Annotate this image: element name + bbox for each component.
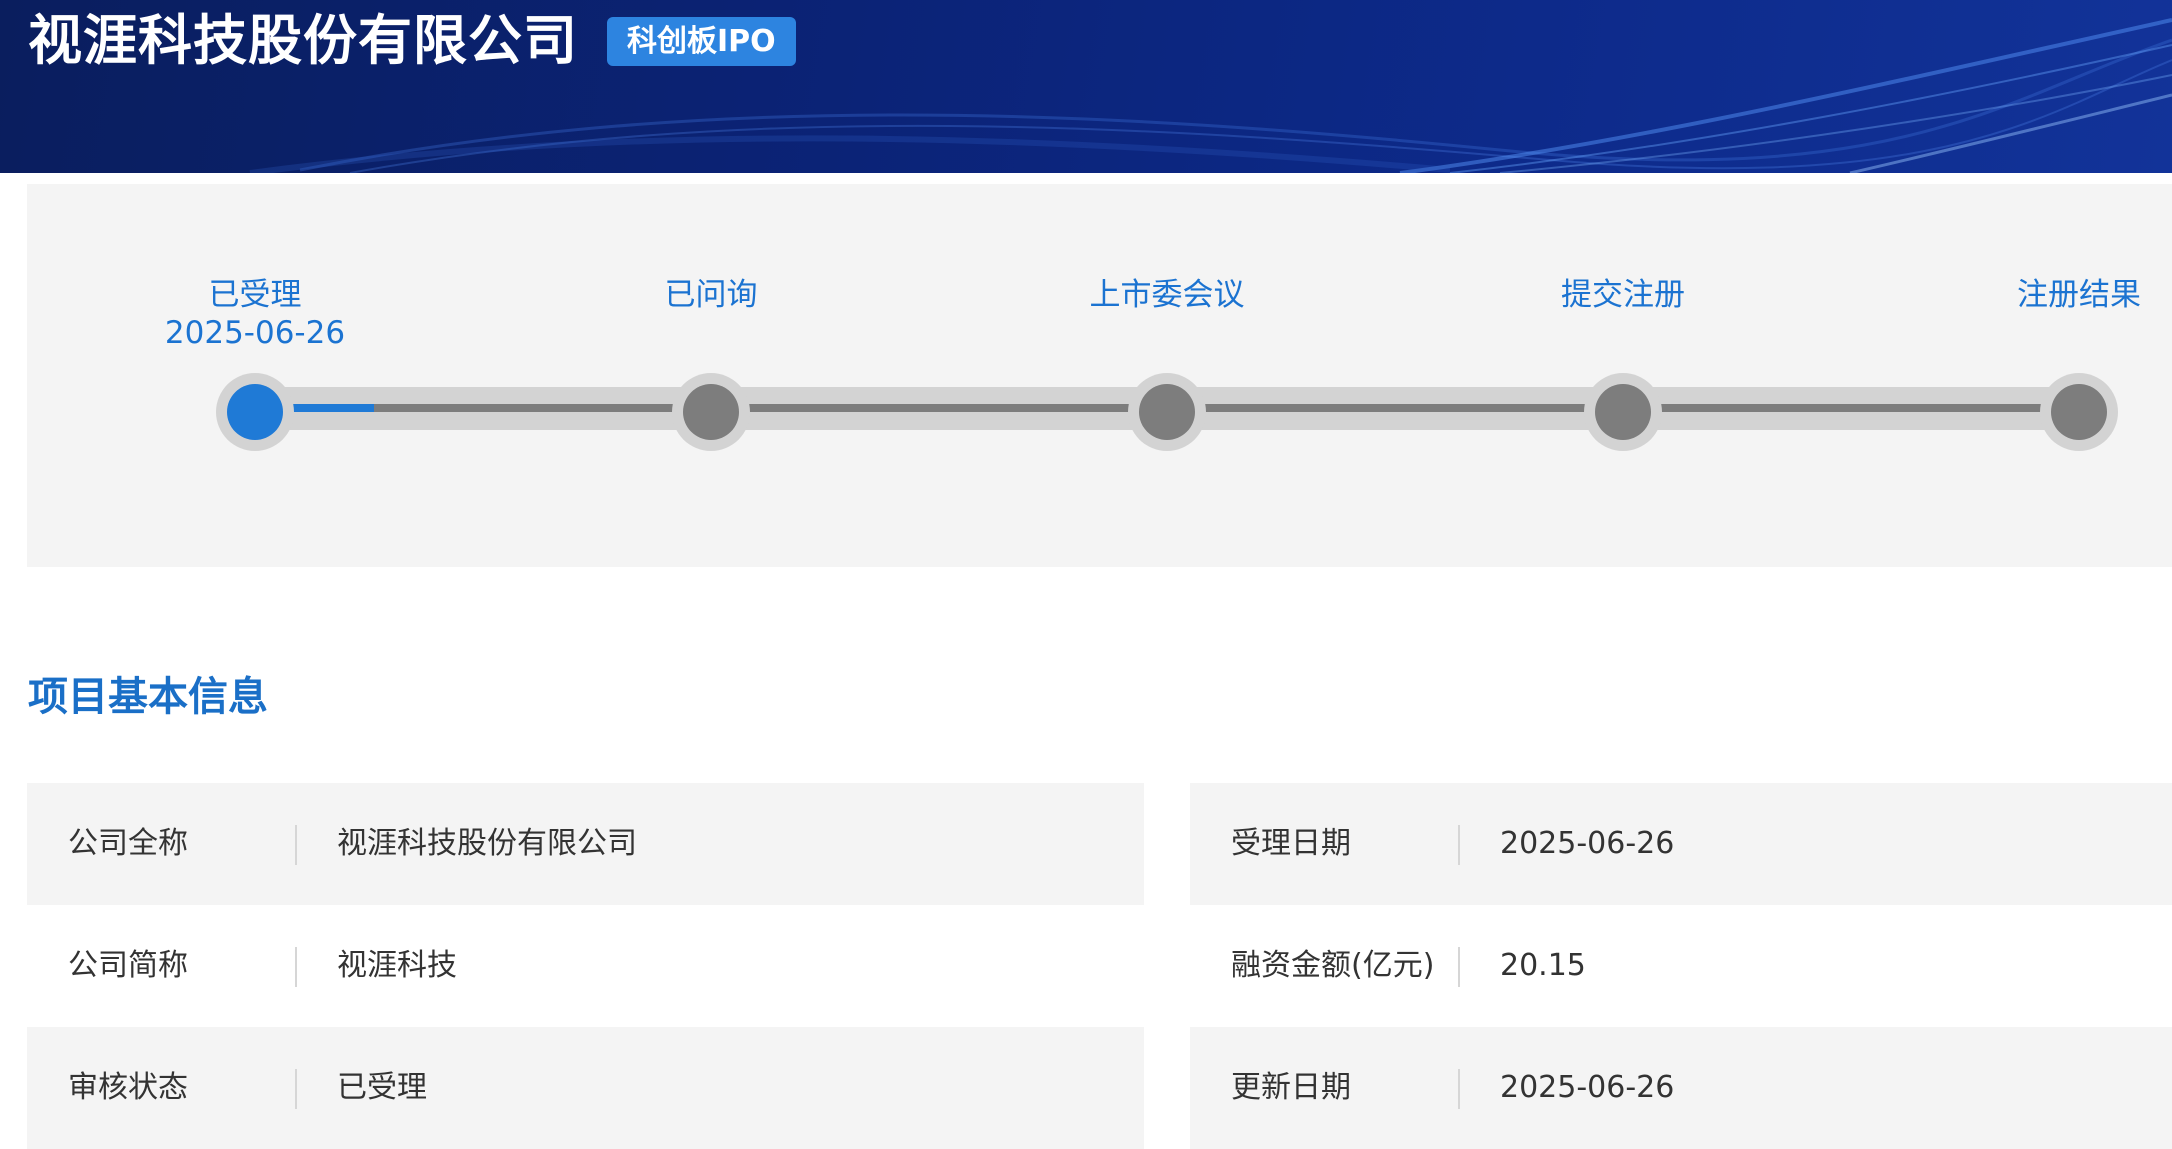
info-value-short-name: 视涯科技 <box>337 948 457 983</box>
info-label-accept-date: 受理日期 <box>1231 826 1351 861</box>
step-label-inquired: 已问询 <box>664 277 758 313</box>
info-value-accept-date: 2025-06-26 <box>1500 826 1675 861</box>
step-node-accepted <box>227 384 283 440</box>
info-label-review-status: 审核状态 <box>68 1070 188 1105</box>
company-title: 视涯科技股份有限公司 <box>28 9 578 72</box>
info-divider <box>295 1069 297 1109</box>
info-divider <box>295 825 297 865</box>
step-node-listing-committee <box>1139 384 1195 440</box>
info-value-full-name: 视涯科技股份有限公司 <box>337 826 637 861</box>
info-label-full-name: 公司全称 <box>68 826 188 861</box>
info-value-financing-amount: 20.15 <box>1500 948 1586 983</box>
info-row: 审核状态 已受理 <box>27 1027 1144 1149</box>
info-row: 融资金额(亿元) 20.15 <box>1190 905 2172 1027</box>
info-divider <box>1458 947 1460 987</box>
step-date-accepted: 2025-06-26 <box>164 315 346 351</box>
section-title-basic-info: 项目基本信息 <box>28 674 268 720</box>
step-label-registration-result: 注册结果 <box>2017 277 2141 313</box>
info-label-short-name: 公司简称 <box>68 948 188 983</box>
info-row: 公司全称 视涯科技股份有限公司 <box>27 783 1144 905</box>
step-label-listing-committee: 上市委会议 <box>1089 277 1245 313</box>
header-banner: 视涯科技股份有限公司 科创板IPO <box>0 0 2172 173</box>
info-divider <box>295 947 297 987</box>
step-node-registration-result <box>2051 384 2107 440</box>
info-row: 受理日期 2025-06-26 <box>1190 783 2172 905</box>
review-progress-panel: 已受理 2025-06-26 已问询 上市委会议 提交注册 注册结果 <box>27 184 2172 567</box>
step-node-inquired <box>683 384 739 440</box>
step-node-submit-registration <box>1595 384 1651 440</box>
step-label-accepted: 已受理 <box>208 277 302 313</box>
info-row: 公司简称 视涯科技 <box>27 905 1144 1027</box>
info-row: 更新日期 2025-06-26 <box>1190 1027 2172 1149</box>
step-label-submit-registration: 提交注册 <box>1561 277 1685 313</box>
info-divider <box>1458 825 1460 865</box>
info-value-review-status: 已受理 <box>337 1070 427 1105</box>
info-value-update-date: 2025-06-26 <box>1500 1070 1675 1105</box>
info-divider <box>1458 1069 1460 1109</box>
info-label-financing-amount: 融资金额(亿元) <box>1231 948 1435 983</box>
info-label-update-date: 更新日期 <box>1231 1070 1351 1105</box>
board-badge: 科创板IPO <box>607 17 796 66</box>
